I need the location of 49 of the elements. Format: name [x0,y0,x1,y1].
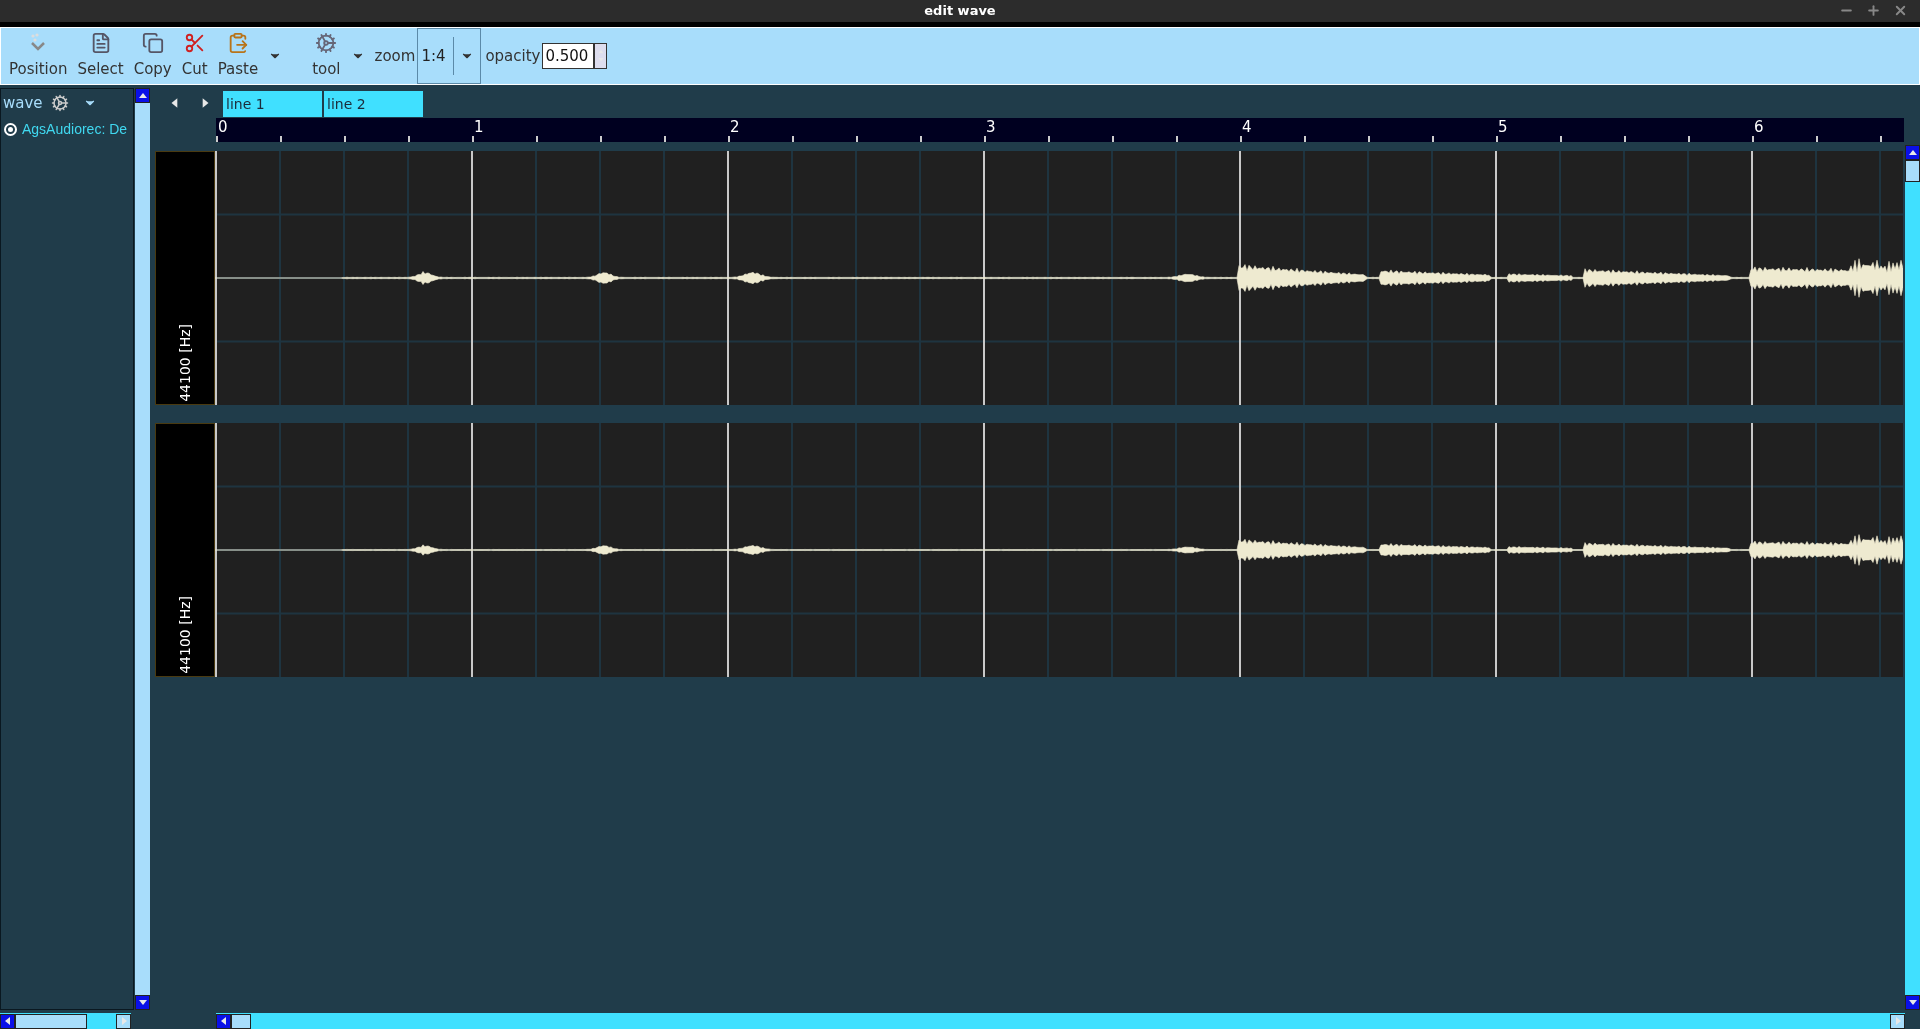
toolbar-button[interactable]: Cut [177,31,212,81]
zoom-dropdown[interactable]: 1:4 [417,28,482,84]
close-icon[interactable] [1893,3,1908,18]
ruler-label: 3 [986,118,996,136]
spin-down-icon [596,56,605,64]
tab[interactable]: line 1 [222,90,323,118]
scroll-arrow-button[interactable] [216,1013,231,1029]
scrollbar-thumb[interactable] [1905,160,1920,182]
scroll-arrow-button[interactable] [0,1013,15,1029]
zoom-label: zoom [374,45,416,67]
gears-icon [315,31,338,54]
ruler-label: 2 [730,118,740,136]
opacity-field[interactable]: 0.500 [542,43,595,69]
scroll-arrow-button[interactable] [1905,995,1920,1010]
scrollbar-thumb[interactable] [15,1013,87,1029]
window-title: edit wave [924,2,996,21]
scissors-icon [183,31,206,54]
scroll-arrow-button[interactable] [116,1013,131,1029]
tab[interactable]: line 2 [323,90,424,118]
horizontal-scrollbar[interactable] [0,1013,131,1029]
copy-icon [141,31,164,54]
scroll-arrow-button[interactable] [135,88,150,103]
ruler-label: 4 [1242,118,1252,136]
toolbar-button[interactable]: Paste [213,31,263,81]
gears-icon[interactable] [50,94,69,112]
toolbar-button[interactable]: Position [5,31,72,81]
vertical-scrollbar[interactable] [135,88,150,1010]
sidebar-item[interactable]: AgsAudiorec: De [1,117,133,141]
ruler-label: 5 [1498,118,1508,136]
ruler-label: 0 [218,118,228,136]
scroll-arrow-button[interactable] [1905,145,1920,160]
toolbar-button[interactable]: Copy [129,31,176,81]
scrollbar-thumb[interactable] [231,1013,251,1029]
toolbar-button[interactable]: tool [308,31,345,81]
vertical-scrollbar[interactable] [1905,145,1920,1010]
spin-buttons[interactable] [594,43,608,69]
horizontal-scrollbar[interactable] [216,1013,1905,1029]
opacity-label: opacity [485,45,541,67]
maximize-icon[interactable] [1866,3,1881,18]
ruler-label: 1 [474,118,484,136]
scroll-arrow-button[interactable] [1890,1013,1905,1029]
toolbar-button[interactable]: Select [73,31,128,81]
sample-rate-label: 44100 [Hz] [175,324,194,402]
ruler-label: 6 [1754,118,1764,136]
sample-rate-label: 44100 [Hz] [175,596,194,674]
scroll-arrow-button[interactable] [135,995,150,1010]
spin-up-icon [596,48,605,56]
sidebar-title: wave [3,92,43,114]
radio-button[interactable] [4,122,17,136]
